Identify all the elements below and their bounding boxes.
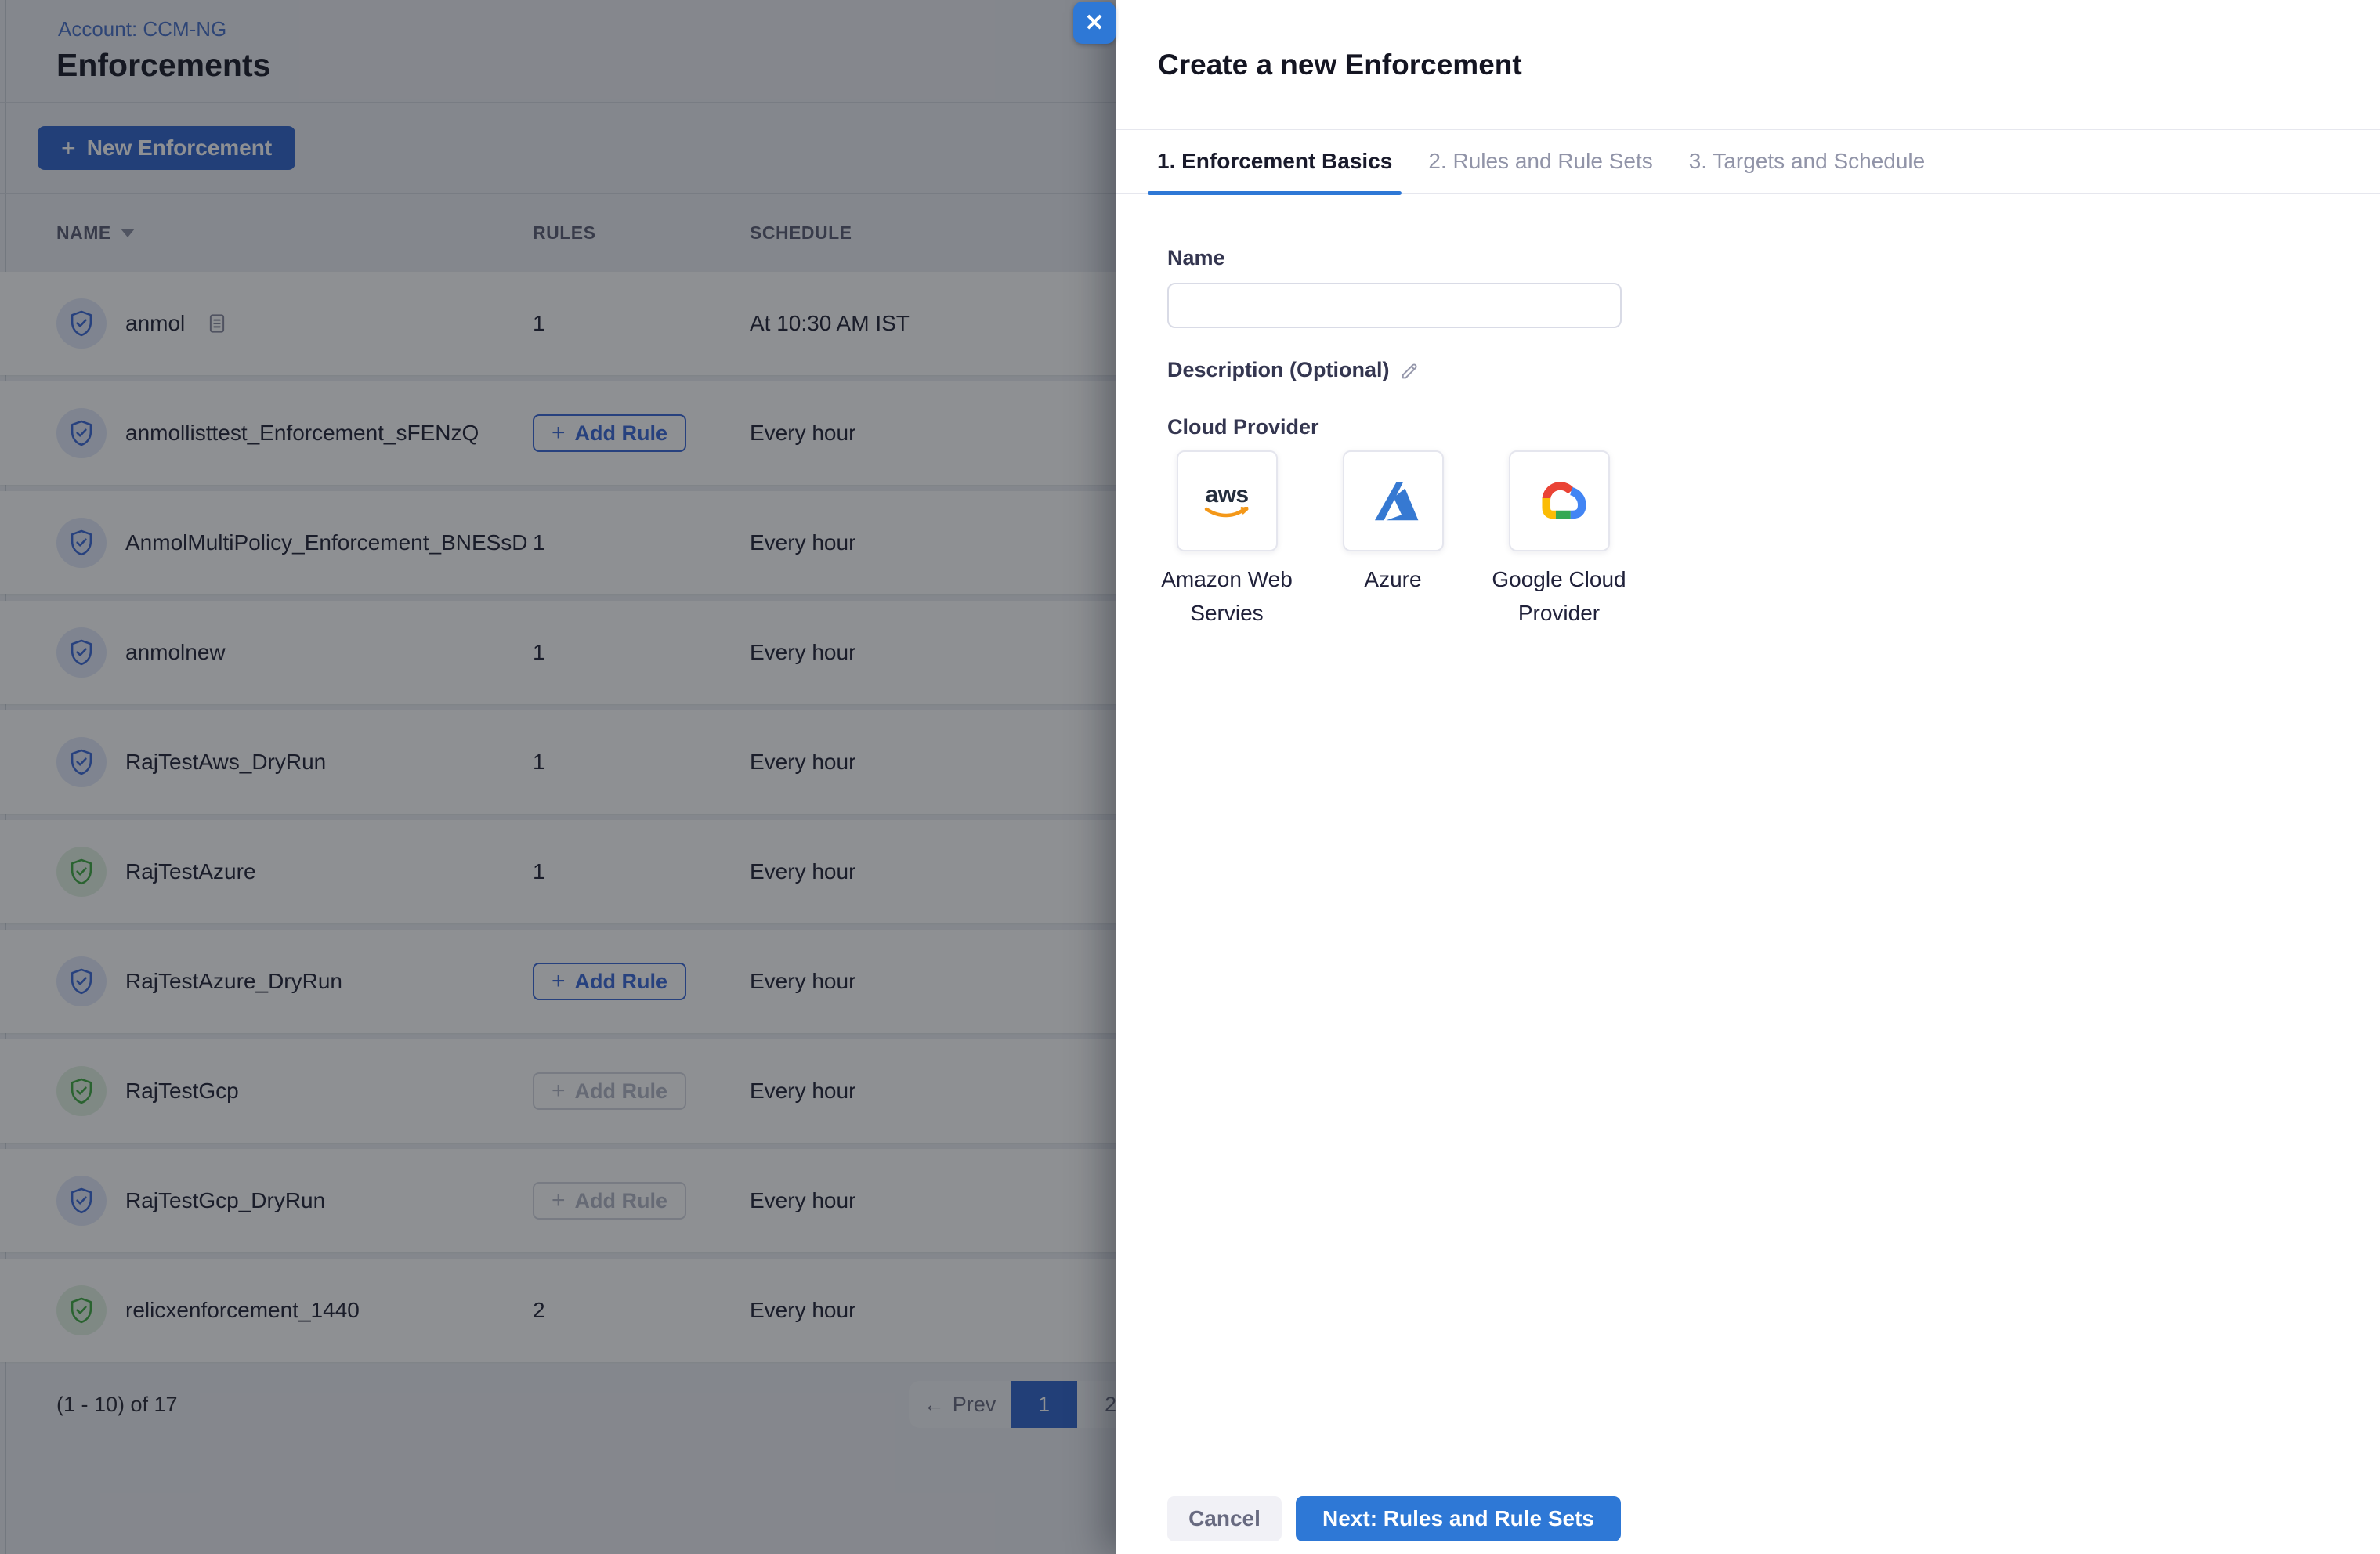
modal-title: Create a new Enforcement [1158,49,1522,81]
aws-logo-text: aws [1205,481,1249,508]
provider-card-aws[interactable]: aws Amazon Web Servies [1144,450,1310,630]
gcp-logo-icon [1542,481,1586,519]
aws-smile-icon [1204,506,1249,517]
provider-label: Azure [1364,567,1422,591]
azure-logo-icon [1374,482,1419,520]
provider-label: Google Cloud Provider [1492,567,1626,625]
modal-body: Name Description (Optional) Cloud Provid… [1161,194,2349,630]
tab-rules-and-rule-sets[interactable]: 2. Rules and Rule Sets [1419,129,1662,193]
provider-label: Amazon Web Servies [1161,567,1293,625]
gcp-logo-card [1508,450,1610,551]
cloud-provider-options: aws Amazon Web Servies Azure Google Cloud P… [1144,450,2349,630]
provider-card-gcp[interactable]: Google Cloud Provider [1476,450,1642,630]
name-input[interactable] [1167,283,1622,328]
tab-targets-and-schedule[interactable]: 3. Targets and Schedule [1680,129,1934,193]
cancel-button[interactable]: Cancel [1167,1496,1282,1541]
aws-logo-card: aws [1176,450,1278,551]
wizard-tabs: 1. Enforcement Basics 2. Rules and Rule S… [1116,129,2380,195]
name-label: Name [1167,246,1225,269]
close-button[interactable]: ✕ [1073,2,1116,44]
azure-logo-card [1342,450,1444,551]
tab-enforcement-basics[interactable]: 1. Enforcement Basics [1148,129,1402,195]
next-button[interactable]: Next: Rules and Rule Sets [1296,1496,1621,1541]
modal-footer: Cancel Next: Rules and Rule Sets [1167,1496,1621,1541]
edit-pencil-icon[interactable] [1399,360,1421,381]
create-enforcement-drawer: ✕ Create a new Enforcement 1. Enforcemen… [1073,0,2380,1554]
cloud-provider-label: Cloud Provider [1167,415,1319,439]
provider-card-azure[interactable]: Azure [1310,450,1476,630]
description-label: Description (Optional) [1167,358,2349,382]
